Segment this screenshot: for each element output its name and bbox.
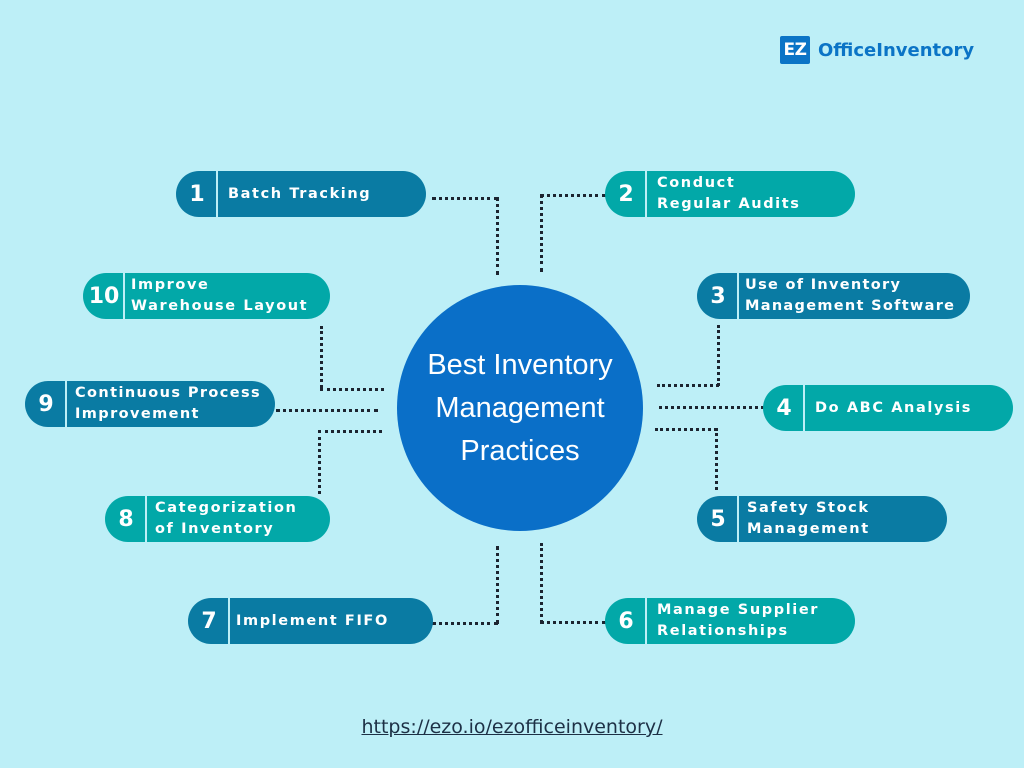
practice-label: Do ABC Analysis [815, 399, 972, 416]
connector-6 [540, 543, 543, 623]
central-topic: Best Inventory Management Practices [397, 285, 643, 531]
practice-number: 3 [710, 283, 726, 309]
brand-badge: EZ [780, 36, 810, 64]
practice-label: Safety Stock Management [747, 500, 870, 537]
source-url-link[interactable]: https://ezo.io/ezofficeinventory/ [0, 716, 1024, 738]
connector-1 [496, 197, 499, 275]
connector-10 [320, 388, 384, 391]
connector-7 [496, 546, 499, 624]
practice-8: 8 Categorization of Inventory [105, 496, 330, 542]
practice-4: 4 Do ABC Analysis [763, 385, 1013, 431]
practice-2: 2 Conduct Regular Audits [605, 171, 855, 217]
practice-label: Use of Inventory Management Software [745, 277, 956, 314]
practice-number: 6 [618, 608, 634, 634]
practice-label: Manage Supplier Relationships [657, 602, 820, 639]
practice-label: Conduct Regular Audits [657, 175, 801, 212]
practice-9: 9 Continuous Process Improvement [25, 381, 275, 427]
connector-7 [432, 622, 498, 625]
practice-label: Categorization of Inventory [155, 500, 298, 537]
practice-1: 1 Batch Tracking [176, 171, 426, 217]
connector-8 [318, 430, 382, 433]
practice-number: 9 [38, 391, 54, 417]
connector-8 [318, 430, 321, 494]
practice-10: 10 Improve Warehouse Layout [83, 273, 330, 319]
practice-number: 4 [776, 395, 792, 421]
brand-name: OfficeInventory [818, 39, 975, 61]
practice-label: Batch Tracking [228, 185, 372, 202]
connector-5 [715, 428, 718, 490]
connector-10 [320, 326, 323, 388]
connector-1 [432, 197, 498, 200]
practice-number: 8 [118, 506, 134, 532]
connector-6 [540, 621, 606, 624]
practice-number: 10 [88, 283, 120, 309]
practice-label: Implement FIFO [236, 612, 389, 629]
brand-logo: EZ OfficeInventory [780, 36, 974, 64]
connector-2 [540, 194, 543, 272]
practice-number: 7 [201, 608, 217, 634]
central-topic-title: Best Inventory Management Practices [427, 348, 613, 467]
practice-6: 6 Manage Supplier Relationships [605, 598, 855, 644]
practice-number: 5 [710, 506, 726, 532]
practice-label: Continuous Process Improvement [75, 385, 262, 422]
practice-number: 1 [189, 181, 205, 207]
connector-3 [657, 384, 719, 387]
connector-2 [540, 194, 606, 197]
connector-3 [717, 325, 720, 386]
connector-9 [276, 409, 378, 412]
practice-3: 3 Use of Inventory Management Software [697, 273, 970, 319]
connector-5 [655, 428, 717, 431]
practice-7: 7 Implement FIFO [188, 598, 433, 644]
practice-5: 5 Safety Stock Management [697, 496, 947, 542]
connector-4 [659, 406, 764, 409]
practice-label: Improve Warehouse Layout [131, 277, 309, 314]
practice-number: 2 [618, 181, 634, 207]
